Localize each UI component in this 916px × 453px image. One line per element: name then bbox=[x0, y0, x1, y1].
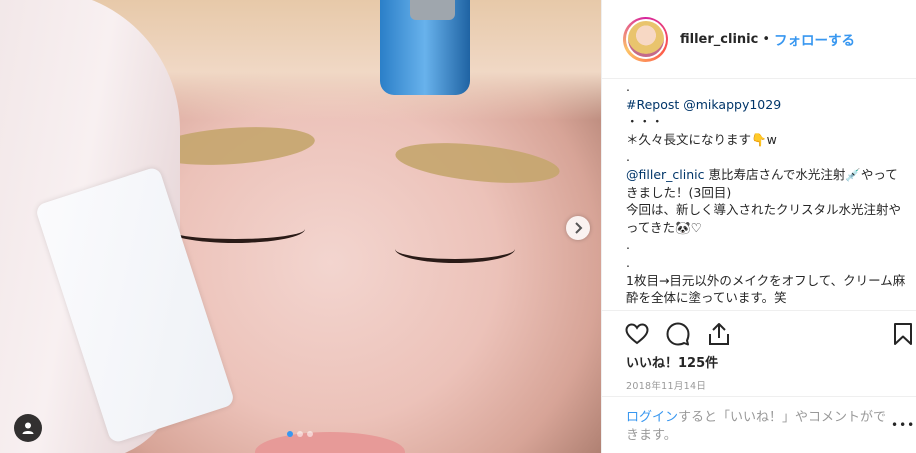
carousel-dot bbox=[307, 431, 313, 437]
carousel-dot bbox=[287, 431, 293, 437]
save-button[interactable] bbox=[890, 321, 916, 347]
chevron-right-icon bbox=[575, 222, 583, 234]
likes-count[interactable]: いいね！125件 bbox=[626, 352, 718, 371]
heart-icon bbox=[625, 323, 649, 345]
user-tag-button[interactable] bbox=[14, 414, 42, 442]
login-link[interactable]: ログイン bbox=[626, 410, 678, 425]
caption-line: . bbox=[626, 79, 630, 94]
login-prompt: ログインすると「いいね！」やコメントができます。 bbox=[602, 396, 916, 453]
username-link[interactable]: filler_clinic bbox=[680, 32, 758, 47]
follow-button[interactable]: フォローする bbox=[774, 29, 855, 49]
post-panel: filler_clinic • フォローする . #Repost @mikapp… bbox=[601, 0, 916, 453]
bookmark-icon bbox=[894, 323, 912, 345]
share-icon bbox=[709, 323, 729, 345]
user-tag-icon bbox=[22, 422, 34, 434]
photo-eye-right bbox=[395, 235, 515, 263]
post-date[interactable]: 2018年11月14日 bbox=[626, 378, 706, 392]
carousel-indicator bbox=[287, 431, 313, 437]
caption: . #Repost @mikappy1029 ・・・ ＊久々長文になります👇w … bbox=[626, 78, 908, 310]
photo-lips bbox=[255, 432, 405, 453]
action-bar bbox=[602, 310, 916, 355]
more-options-button[interactable]: ••• bbox=[891, 418, 915, 432]
post-media[interactable] bbox=[0, 0, 601, 453]
comment-icon bbox=[666, 322, 690, 346]
carousel-dot bbox=[297, 431, 303, 437]
photo-eye-left bbox=[165, 215, 305, 243]
post-header: filler_clinic • フォローする bbox=[602, 0, 916, 79]
caption-text-body: 恵比寿店さんで水光注射💉やってきました！(3回目) 今回は、新しく導入されたクリ… bbox=[626, 166, 906, 306]
caption-text: ・・・ ＊久々長文になります👇w . bbox=[626, 114, 777, 165]
mention-link[interactable]: @filler_clinic bbox=[626, 167, 705, 182]
avatar[interactable] bbox=[623, 16, 668, 62]
share-button[interactable] bbox=[706, 321, 732, 347]
header-separator: • bbox=[762, 31, 770, 47]
photo-eyebrow-right bbox=[393, 136, 562, 190]
like-button[interactable] bbox=[624, 321, 650, 347]
carousel-next-button[interactable] bbox=[566, 216, 590, 240]
comment-button[interactable] bbox=[665, 321, 691, 347]
photo-device bbox=[380, 0, 470, 95]
repost-hashtag-link[interactable]: #Repost @mikappy1029 bbox=[626, 97, 781, 112]
